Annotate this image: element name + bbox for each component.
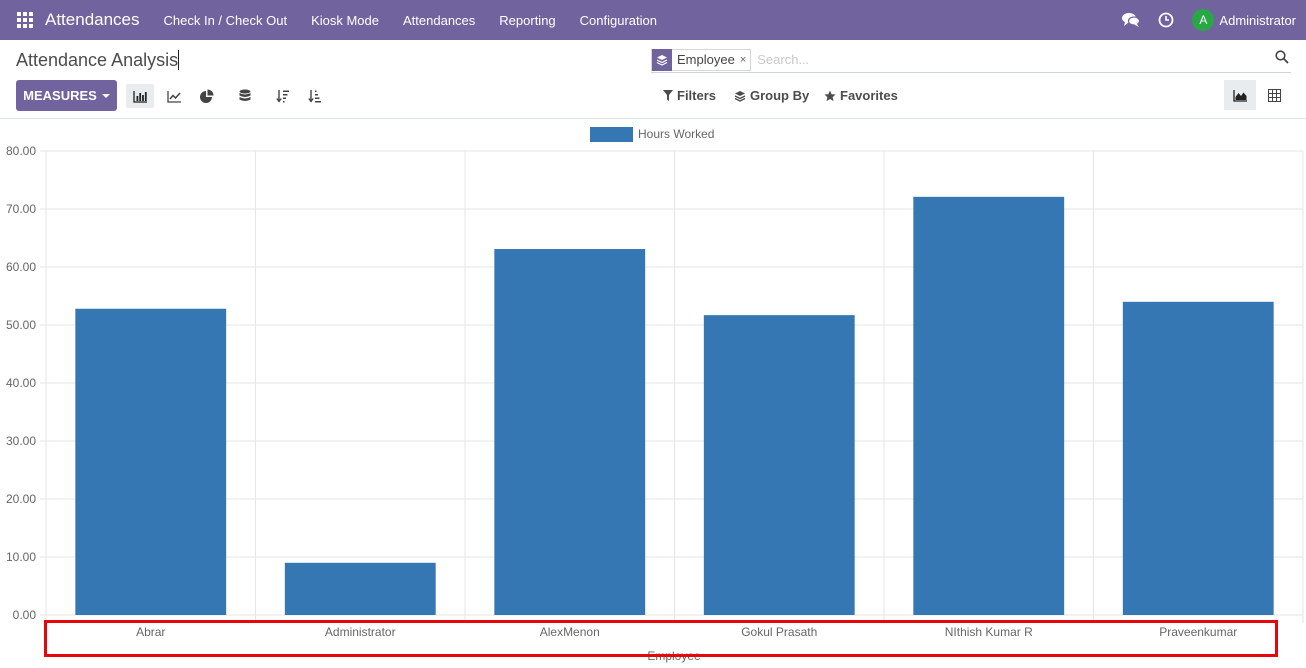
- page-title: Attendance Analysis: [16, 50, 180, 71]
- filters-label: Filters: [677, 88, 717, 103]
- sort-ascending-icon: [308, 90, 321, 103]
- clock-icon[interactable]: [1158, 12, 1174, 28]
- x-tick-label: AlexMenon: [540, 625, 600, 639]
- stacked-button[interactable]: [231, 84, 259, 108]
- area-chart-icon: [1232, 89, 1247, 102]
- pivot-view-button[interactable]: [1258, 80, 1290, 110]
- measures-label: MEASURES: [23, 88, 97, 103]
- search-facet-groupby: Employee ×: [651, 48, 752, 71]
- menu-attendances[interactable]: Attendances: [403, 13, 475, 28]
- y-tick-label: 30.00: [6, 434, 36, 448]
- x-tick-label: Abrar: [136, 625, 165, 639]
- search-icon[interactable]: [1275, 50, 1289, 69]
- chart-bar: [494, 249, 646, 615]
- menu-check-in-out[interactable]: Check In / Check Out: [164, 13, 288, 28]
- chart-bar: [284, 562, 436, 615]
- pie-chart-button[interactable]: [193, 84, 221, 108]
- layers-icon: [734, 90, 746, 102]
- chart-bar: [703, 315, 855, 615]
- facet-value: Employee: [677, 52, 735, 67]
- chat-icon[interactable]: [1122, 12, 1141, 28]
- control-panel: Attendance Analysis Employee × MEASURES: [0, 40, 1306, 119]
- database-icon: [239, 89, 251, 101]
- search-bar: Employee ×: [651, 47, 1291, 73]
- x-tick-label: NIthish Kumar R: [945, 625, 1033, 639]
- y-tick-label: 10.00: [6, 550, 36, 564]
- x-tick-label: Praveenkumar: [1159, 625, 1237, 639]
- user-avatar[interactable]: A: [1192, 9, 1215, 31]
- caret-down-icon: [101, 93, 110, 98]
- app-brand[interactable]: Attendances: [45, 10, 140, 30]
- layers-icon: [652, 48, 672, 71]
- text-cursor: [178, 50, 180, 70]
- top-navbar: Attendances Check In / Check Out Kiosk M…: [0, 0, 1306, 40]
- legend-label: Hours Worked: [638, 127, 714, 141]
- table-icon: [1267, 88, 1281, 102]
- y-tick-label: 50.00: [6, 318, 36, 332]
- menu-kiosk-mode[interactable]: Kiosk Mode: [311, 13, 379, 28]
- sort-ascending-button[interactable]: [301, 84, 329, 108]
- y-tick-label: 80.00: [6, 144, 36, 158]
- bar-chart-button[interactable]: [126, 84, 154, 108]
- page-title-text: Attendance Analysis: [16, 50, 179, 70]
- y-tick-label: 40.00: [6, 376, 36, 390]
- y-tick-label: 20.00: [6, 492, 36, 506]
- menu-reporting[interactable]: Reporting: [499, 13, 555, 28]
- measures-button[interactable]: MEASURES: [16, 80, 117, 111]
- filter-icon: [663, 90, 673, 101]
- chart-area: 0.00 10.00 20.00 30.00 40.00 50.00 60.00 70.00 8…: [0, 119, 1306, 668]
- group-by-button[interactable]: Group By: [734, 88, 809, 103]
- filters-button[interactable]: Filters: [663, 88, 716, 103]
- favorites-label: Favorites: [840, 88, 898, 103]
- line-chart-icon: [166, 90, 181, 103]
- y-tick-label: 0.00: [13, 608, 37, 622]
- x-tick-label: Gokul Prasath: [741, 625, 817, 639]
- bar-chart: 0.00 10.00 20.00 30.00 40.00 50.00 60.00 70.00 8…: [6, 127, 1304, 663]
- chart-bar: [913, 196, 1065, 615]
- chart-bar: [1122, 301, 1274, 615]
- y-tick-label: 60.00: [6, 260, 36, 274]
- bar-chart-icon: [132, 90, 147, 103]
- apps-menu-icon[interactable]: [17, 12, 33, 28]
- chart-bar: [75, 308, 227, 615]
- graph-view-button[interactable]: [1224, 80, 1256, 110]
- legend-swatch: [590, 127, 633, 142]
- pie-chart-icon: [200, 89, 214, 103]
- y-tick-label: 70.00: [6, 202, 36, 216]
- star-icon: [824, 90, 836, 101]
- group-by-label: Group By: [750, 88, 810, 103]
- x-tick-label: Administrator: [325, 625, 396, 639]
- facet-remove-icon[interactable]: ×: [740, 54, 750, 66]
- user-name[interactable]: Administrator: [1219, 13, 1296, 28]
- favorites-button[interactable]: Favorites: [824, 88, 898, 103]
- menu-configuration[interactable]: Configuration: [580, 13, 657, 28]
- sort-descending-button[interactable]: [269, 84, 297, 108]
- x-axis-title: Employee: [647, 649, 701, 663]
- search-input[interactable]: [757, 52, 1258, 67]
- line-chart-button[interactable]: [160, 84, 188, 108]
- sort-descending-icon: [276, 90, 289, 103]
